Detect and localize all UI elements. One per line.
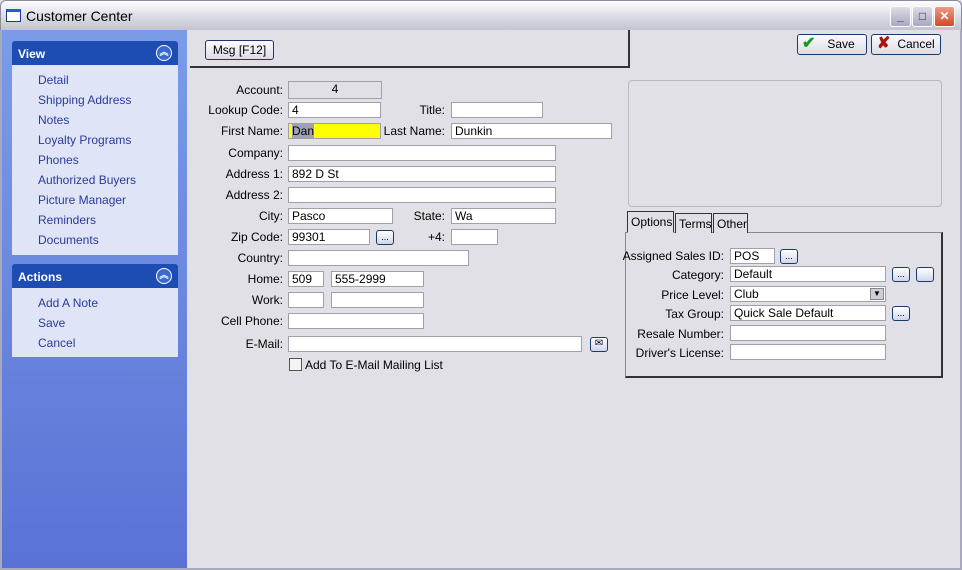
- close-button[interactable]: ✕: [934, 6, 955, 27]
- plus4-input[interactable]: [451, 229, 498, 245]
- address2-label: Address 2:: [225, 188, 283, 202]
- city-label: City:: [259, 209, 283, 223]
- state-input[interactable]: Wa: [451, 208, 556, 224]
- mailing-list-checkbox[interactable]: [289, 358, 302, 371]
- x-icon: ✘: [877, 35, 891, 52]
- collapse-icon[interactable]: ︽: [156, 268, 172, 284]
- country-label: Country:: [237, 251, 283, 265]
- mailing-list-label: Add To E-Mail Mailing List: [305, 358, 443, 372]
- title-input[interactable]: [451, 102, 543, 118]
- actions-title: Actions: [18, 270, 63, 284]
- sidebar-item-notes[interactable]: Notes: [38, 113, 69, 127]
- collapse-icon[interactable]: ︽: [156, 45, 172, 61]
- first-name-label: First Name:: [220, 124, 283, 138]
- first-name-input[interactable]: Dan: [288, 123, 381, 139]
- country-input[interactable]: [288, 250, 469, 266]
- home-area-input[interactable]: 509: [288, 271, 324, 287]
- tab-other[interactable]: Other: [713, 213, 748, 233]
- action-add-note[interactable]: Add A Note: [38, 296, 98, 310]
- save-button[interactable]: ✔ Save: [797, 34, 867, 55]
- actions-panel: Add A Note Save Cancel: [12, 288, 178, 357]
- category-input[interactable]: Default: [730, 266, 886, 282]
- category-lookup-button[interactable]: ...: [892, 267, 910, 282]
- category-label: Category:: [671, 268, 724, 282]
- window-title: Customer Center: [26, 8, 133, 24]
- work-label: Work:: [251, 293, 283, 307]
- view-title: View: [18, 47, 46, 61]
- tax-group-label: Tax Group:: [665, 307, 724, 321]
- cell-phone-input[interactable]: [288, 313, 424, 329]
- sidebar-item-shipping-address[interactable]: Shipping Address: [38, 93, 131, 107]
- work-number-input[interactable]: [331, 292, 424, 308]
- drivers-license-label: Driver's License:: [635, 346, 724, 360]
- sales-id-label: Assigned Sales ID:: [622, 249, 724, 263]
- company-input[interactable]: [288, 145, 556, 161]
- sidebar-item-picture-manager[interactable]: Picture Manager: [38, 193, 126, 207]
- picture-area: [628, 80, 942, 207]
- address1-input[interactable]: 892 D St: [288, 166, 556, 182]
- home-label: Home:: [247, 272, 283, 286]
- zip-input[interactable]: 99301: [288, 229, 370, 245]
- account-label: Account:: [236, 83, 283, 97]
- sales-id-input[interactable]: POS: [730, 248, 775, 264]
- send-email-icon[interactable]: ✉: [590, 337, 608, 352]
- sidebar-item-documents[interactable]: Documents: [38, 233, 99, 247]
- chevron-down-icon[interactable]: ▼: [870, 288, 884, 300]
- actions-panel-header[interactable]: Actions ︽: [12, 264, 178, 288]
- state-label: State:: [413, 209, 445, 223]
- sidebar-item-loyalty-programs[interactable]: Loyalty Programs: [38, 133, 131, 147]
- minimize-button[interactable]: _: [890, 6, 911, 27]
- lookup-code-input[interactable]: 4: [288, 102, 381, 118]
- category-link-button[interactable]: [916, 267, 934, 282]
- tax-group-input[interactable]: Quick Sale Default: [730, 305, 886, 321]
- last-name-label: Last Name:: [383, 124, 445, 138]
- last-name-input[interactable]: Dunkin: [451, 123, 612, 139]
- account-field: 4: [288, 81, 382, 99]
- sidebar-item-detail[interactable]: Detail: [38, 73, 69, 87]
- msg-button[interactable]: Msg [F12]: [205, 40, 274, 60]
- window-icon: [6, 9, 21, 22]
- title-bar: [0, 0, 962, 30]
- sidebar-item-authorized-buyers[interactable]: Authorized Buyers: [38, 173, 136, 187]
- checkmark-icon: ✔: [802, 35, 816, 52]
- tab-options[interactable]: Options: [627, 211, 674, 233]
- resale-number-input[interactable]: [730, 325, 886, 341]
- sidebar-item-phones[interactable]: Phones: [38, 153, 79, 167]
- action-cancel[interactable]: Cancel: [38, 336, 75, 350]
- address1-label: Address 1:: [225, 167, 283, 181]
- resale-number-label: Resale Number:: [637, 327, 724, 341]
- price-level-label: Price Level:: [661, 288, 724, 302]
- city-input[interactable]: Pasco: [288, 208, 393, 224]
- tab-terms[interactable]: Terms: [675, 213, 712, 233]
- title-label: Title:: [419, 103, 445, 117]
- action-save[interactable]: Save: [38, 316, 65, 330]
- tax-group-lookup-button[interactable]: ...: [892, 306, 910, 321]
- plus4-label: +4:: [427, 230, 445, 244]
- zip-label: Zip Code:: [230, 230, 283, 244]
- email-label: E-Mail:: [245, 337, 283, 351]
- drivers-license-input[interactable]: [730, 344, 886, 360]
- email-input[interactable]: [288, 336, 582, 352]
- cell-phone-label: Cell Phone:: [220, 314, 283, 328]
- lookup-code-label: Lookup Code:: [208, 103, 283, 117]
- sales-id-lookup-button[interactable]: ...: [780, 249, 798, 264]
- address2-input[interactable]: [288, 187, 556, 203]
- maximize-button[interactable]: □: [912, 6, 933, 27]
- view-panel: Detail Shipping Address Notes Loyalty Pr…: [12, 65, 178, 255]
- price-level-select[interactable]: Club ▼: [730, 286, 886, 302]
- view-panel-header[interactable]: View ︽: [12, 41, 178, 65]
- company-label: Company:: [228, 146, 283, 160]
- home-number-input[interactable]: 555-2999: [331, 271, 424, 287]
- work-area-input[interactable]: [288, 292, 324, 308]
- cancel-button[interactable]: ✘ Cancel: [871, 34, 941, 55]
- sidebar-item-reminders[interactable]: Reminders: [38, 213, 96, 227]
